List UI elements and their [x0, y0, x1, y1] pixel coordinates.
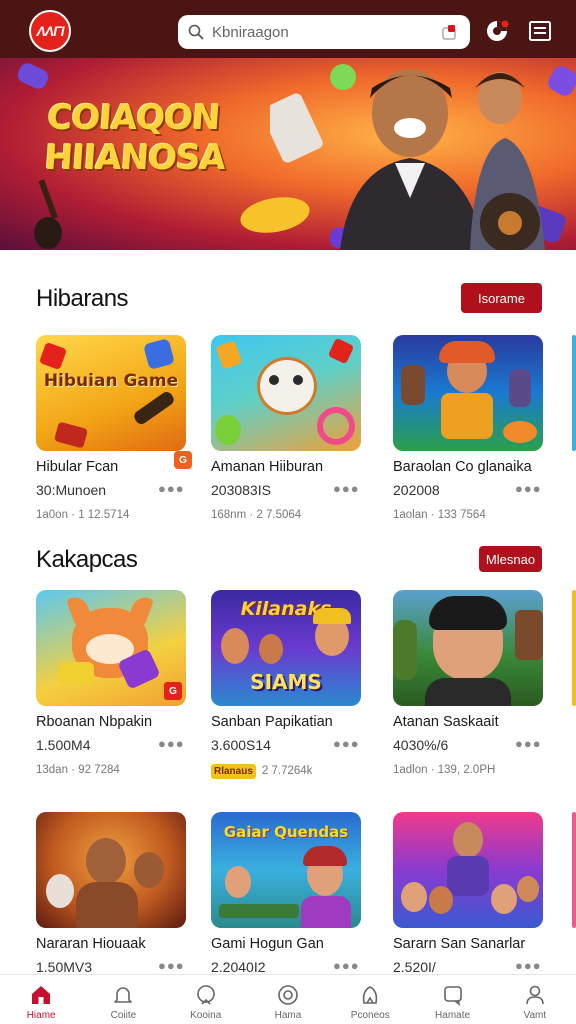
more-options-icon[interactable]: ●●●: [333, 736, 360, 751]
user-icon: [526, 985, 544, 1005]
banner-title-line2: HIIANOSA: [43, 138, 227, 178]
more-options-icon[interactable]: ●●●: [333, 481, 360, 496]
game-name: Sararn San Sanarlar: [393, 936, 526, 952]
banner-title-line1: COIAQON: [46, 98, 221, 138]
game-name: Amanan Hiiburan: [211, 459, 324, 475]
notification-icon[interactable]: [484, 18, 510, 44]
game-name: Atanan Saskaait: [393, 714, 499, 730]
game-meta: 1adlon · 139, 2.0PH: [393, 764, 496, 776]
decor-shape: [15, 60, 51, 92]
search-bar[interactable]: [178, 15, 470, 49]
nav-label: Kooina: [190, 1010, 222, 1021]
game-thumbnail: [36, 812, 186, 928]
heart-icon: [196, 985, 215, 1005]
game-thumbnail: [393, 812, 543, 928]
more-options-icon[interactable]: ●●●: [158, 736, 185, 751]
more-options-icon[interactable]: ●●●: [158, 958, 185, 973]
more-options-icon[interactable]: ●●●: [333, 958, 360, 973]
game-players: 202008: [393, 482, 440, 498]
more-options-icon[interactable]: ●●●: [515, 736, 542, 751]
thumbnail-subtitle: SIAMS: [250, 670, 322, 694]
nav-label: Pconeos: [350, 1010, 390, 1021]
game-players: 2.2040I2: [211, 959, 266, 975]
game-thumbnail: Hibuian Game: [36, 335, 186, 451]
thumbnail-title: Gaiar Quendas: [223, 823, 349, 841]
game-meta: 168nm · 2 7.5064: [211, 509, 302, 521]
game-name: Baraolan Co glanaika: [393, 459, 532, 475]
game-badge: G: [174, 451, 192, 469]
nav-label: Hama: [274, 1010, 302, 1021]
banner-title: COIAQON HIIANOSA: [43, 98, 249, 178]
more-options-icon[interactable]: ●●●: [158, 481, 185, 496]
search-input[interactable]: [212, 21, 432, 43]
game-badge: G: [164, 682, 182, 700]
game-thumbnail: [393, 590, 543, 706]
game-name: Hibular Fcan: [36, 459, 119, 475]
game-players: 4030%/6: [393, 737, 449, 753]
app-logo[interactable]: ΛΛΓΙ: [29, 10, 71, 52]
search-icon: [188, 24, 204, 40]
top-bar: ΛΛΓΙ: [0, 0, 576, 58]
nav-item-profile[interactable]: Vamt: [494, 975, 576, 1024]
nav-label: Coiite: [110, 1010, 137, 1021]
bottom-navigation: Hiame Coiite Kooina Hama Pconeos Hamate …: [0, 974, 576, 1024]
game-thumbnail: [393, 335, 543, 451]
guitar-icon: [34, 179, 62, 249]
nav-item-chat[interactable]: Hamate: [411, 975, 493, 1024]
game-players: 2.520I/: [393, 959, 436, 975]
nav-item-explore[interactable]: Hama: [247, 975, 329, 1024]
game-players: 3.600S14: [211, 737, 271, 753]
game-meta: 1a0on · 1 12.5714: [36, 509, 130, 521]
next-card-peek: [572, 812, 576, 928]
next-card-peek: [572, 590, 576, 706]
game-thumbnail: Gaiar Quendas: [211, 812, 361, 928]
menu-icon[interactable]: [527, 18, 553, 44]
tag-badge: Rlanaus: [211, 764, 256, 779]
nav-item-favorites[interactable]: Kooina: [165, 975, 247, 1024]
game-meta: 13dan · 92 7284: [36, 764, 120, 776]
nav-label: Hiame: [26, 1010, 56, 1021]
gift-icon[interactable]: [440, 23, 458, 41]
next-card-peek: [572, 335, 576, 451]
game-meta: 2 7.7264k: [261, 765, 313, 777]
game-name: Rboanan Nbpakin: [36, 714, 153, 730]
game-players: 203083IS: [211, 482, 271, 498]
bag-icon: [363, 986, 378, 1004]
game-players: 1.500M4: [36, 737, 91, 753]
nav-item-shop[interactable]: Pconeos: [329, 975, 411, 1024]
see-all-button[interactable]: Mlesnao: [479, 546, 542, 572]
banner-characters: [270, 69, 545, 250]
thumbnail-title: Hibuian Game: [43, 371, 179, 391]
game-name: Nararan Hiouaak: [36, 936, 146, 952]
nav-label: Vamt: [523, 1010, 547, 1021]
game-name: Sanban Papikatian: [211, 714, 333, 730]
section-title: Hibarans: [36, 285, 129, 312]
nav-label: Hamate: [435, 1010, 471, 1021]
promo-banner[interactable]: COIAQON HIIANOSA: [0, 58, 576, 250]
game-name: Gami Hogun Gan: [211, 936, 324, 952]
section-title: Kakapcas: [36, 546, 138, 573]
home-icon: [32, 986, 51, 1004]
game-meta-row: Rlanaus 2 7.7264k: [211, 764, 312, 779]
game-meta: 1aolan · 133 7564: [393, 509, 486, 521]
more-options-icon[interactable]: ●●●: [515, 481, 542, 496]
nav-item-notifications[interactable]: Coiite: [82, 975, 164, 1024]
chat-icon: [443, 986, 462, 1006]
more-options-icon[interactable]: ●●●: [515, 958, 542, 973]
game-thumbnail: [211, 335, 361, 451]
bell-icon: [114, 987, 133, 1003]
game-thumbnail: Kilanaks SIAMS: [211, 590, 361, 706]
compass-icon: [278, 985, 298, 1005]
game-players: 30:Munoen: [36, 482, 107, 498]
see-all-button[interactable]: Isorame: [461, 283, 542, 313]
game-players: 1.50MV3: [36, 959, 93, 975]
nav-item-home[interactable]: Hiame: [0, 975, 82, 1024]
